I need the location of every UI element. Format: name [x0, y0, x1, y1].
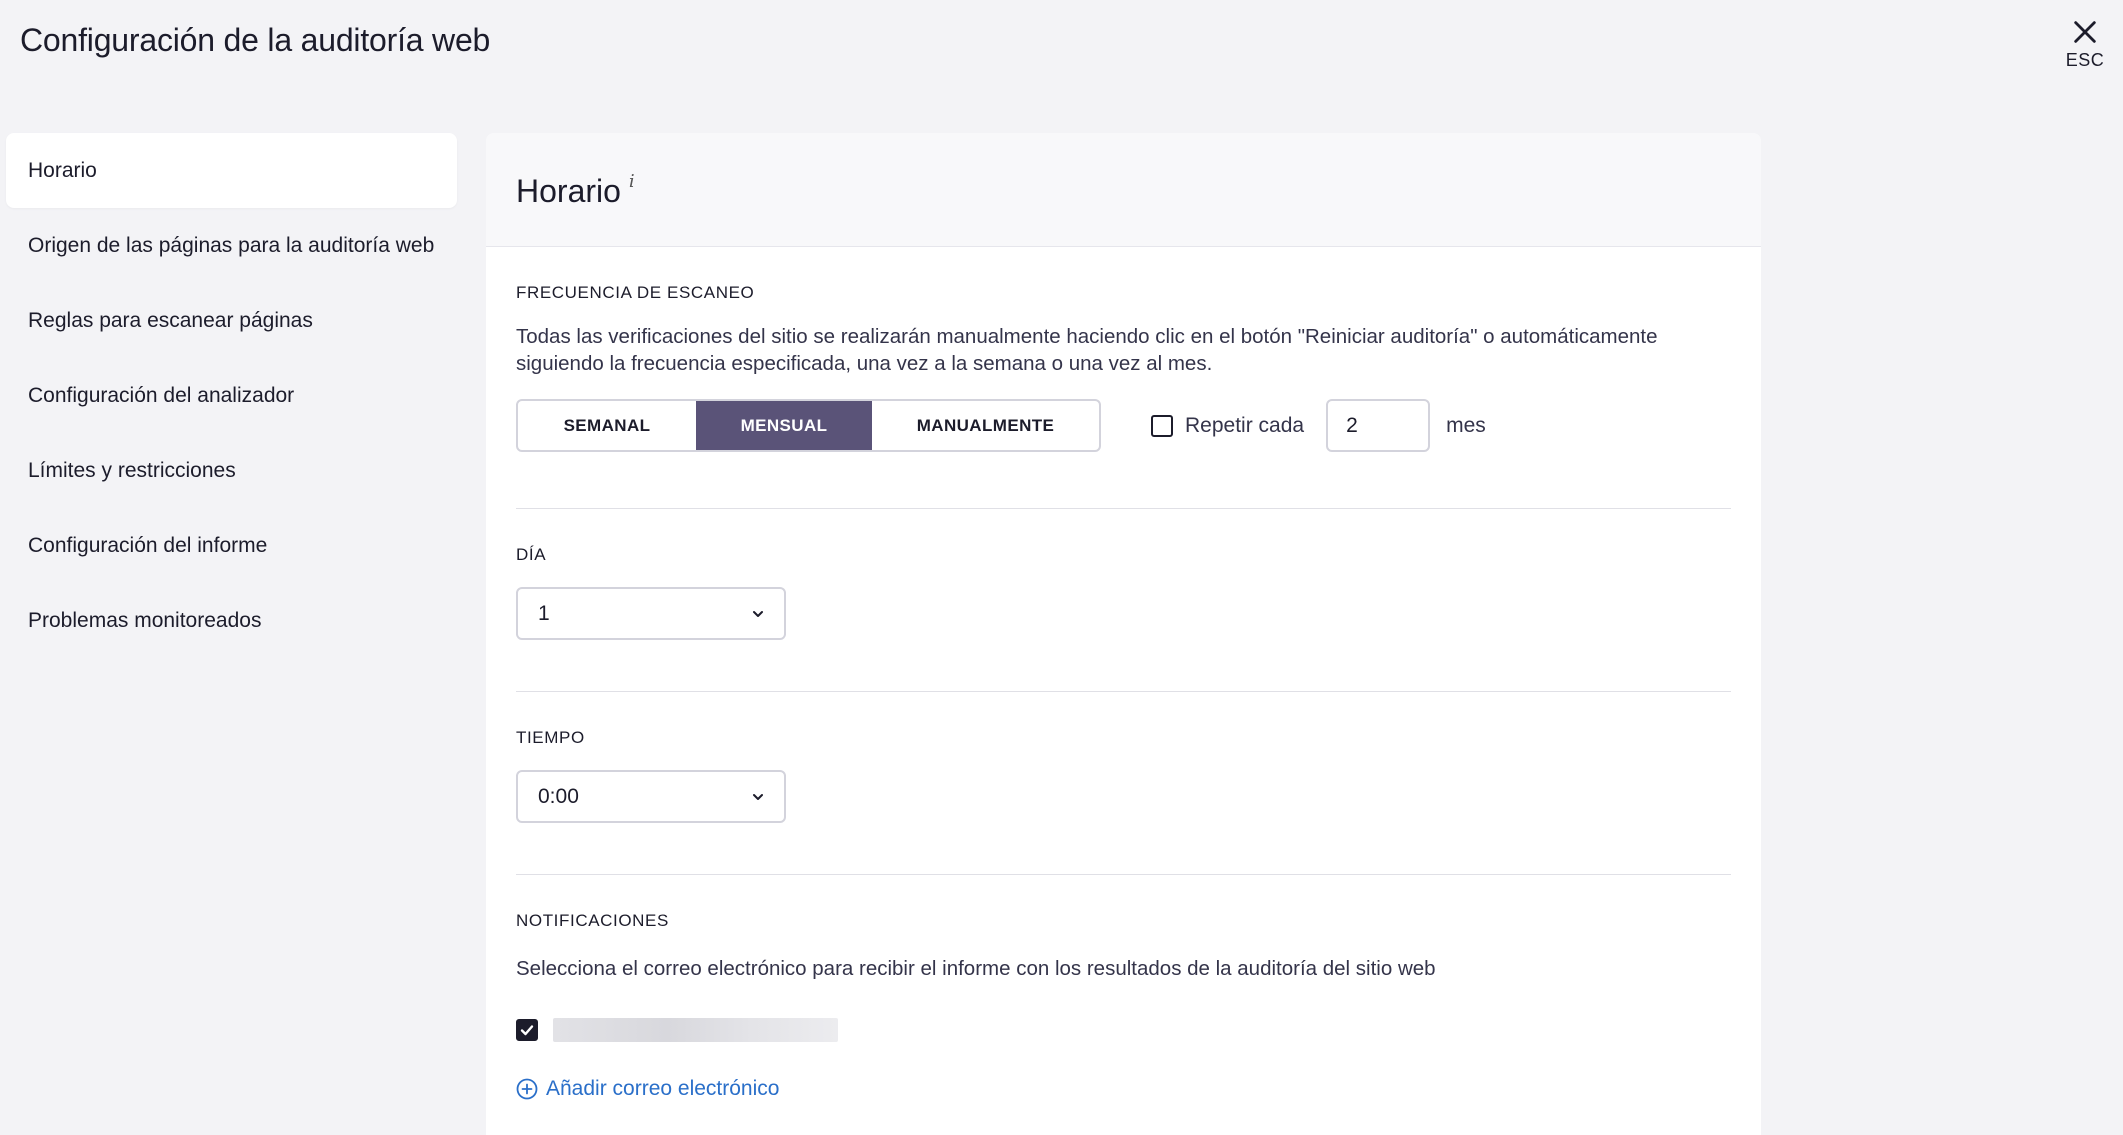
sidebar-item-reglas-escaneo[interactable]: Reglas para escanear páginas — [6, 283, 457, 358]
time-select-value: 0:00 — [538, 784, 579, 808]
panel-header: Horario i — [486, 133, 1761, 247]
settings-sidebar: Horario Origen de las páginas para la au… — [6, 133, 457, 658]
sidebar-item-limites[interactable]: Límites y restricciones — [6, 433, 457, 508]
frequency-label: FRECUENCIA DE ESCANEO — [516, 283, 755, 302]
frequency-monthly-button[interactable]: MENSUAL — [696, 401, 872, 450]
sidebar-item-config-analizador[interactable]: Configuración del analizador — [6, 358, 457, 433]
repeat-interval-input[interactable] — [1326, 399, 1431, 452]
notifications-label: NOTIFICACIONES — [516, 911, 669, 930]
add-email-label: Añadir correo electrónico — [546, 1077, 780, 1100]
time-label: TIEMPO — [516, 728, 585, 747]
schedule-panel: Horario i FRECUENCIA DE ESCANEO Todas la… — [486, 133, 1761, 1135]
info-icon[interactable]: i — [629, 171, 635, 192]
sidebar-item-horario[interactable]: Horario — [6, 133, 457, 208]
repeat-checkbox[interactable] — [1151, 414, 1173, 437]
notifications-description: Selecciona el correo electrónico para re… — [516, 957, 1436, 980]
email-checkbox[interactable] — [516, 1019, 538, 1041]
page-title: Configuración de la auditoría web — [20, 22, 491, 58]
day-section: DÍA 1 — [516, 509, 1731, 692]
day-select[interactable]: 1 — [516, 587, 786, 640]
frequency-segmented-control: SEMANAL MENSUAL MANUALMENTE — [516, 399, 1101, 452]
time-section: TIEMPO 0:00 — [516, 692, 1731, 875]
sidebar-item-origen-paginas[interactable]: Origen de las páginas para la auditoría … — [6, 208, 457, 283]
frequency-section: FRECUENCIA DE ESCANEO Todas las verifica… — [516, 247, 1731, 509]
frequency-description: Todas las verificaciones del sitio se re… — [516, 325, 1658, 375]
close-icon — [2074, 21, 2096, 43]
repeat-label: Repetir cada — [1185, 413, 1305, 437]
notifications-section: NOTIFICACIONES Selecciona el correo elec… — [516, 875, 1731, 1101]
close-button[interactable]: ESC — [2062, 18, 2108, 80]
sidebar-item-config-informe[interactable]: Configuración del informe — [6, 508, 457, 583]
day-label: DÍA — [516, 545, 547, 564]
chevron-down-icon — [753, 793, 763, 800]
day-select-value: 1 — [538, 601, 550, 625]
plus-circle-icon — [516, 1078, 538, 1100]
redacted-email — [553, 1018, 838, 1042]
panel-title: Horario — [516, 173, 621, 209]
sidebar-item-problemas[interactable]: Problemas monitoreados — [6, 583, 457, 658]
time-select[interactable]: 0:00 — [516, 770, 786, 823]
add-email-link[interactable]: Añadir correo electrónico — [516, 1077, 1731, 1101]
frequency-weekly-button[interactable]: SEMANAL — [518, 401, 696, 450]
email-row — [516, 1018, 1731, 1042]
checkmark-icon — [520, 1025, 534, 1036]
repeat-unit-label: mes — [1446, 413, 1486, 437]
repeat-option: Repetir cada mes — [1151, 399, 1486, 452]
esc-label: ESC — [2065, 50, 2105, 70]
chevron-down-icon — [753, 610, 763, 617]
frequency-manual-button[interactable]: MANUALMENTE — [872, 401, 1099, 450]
